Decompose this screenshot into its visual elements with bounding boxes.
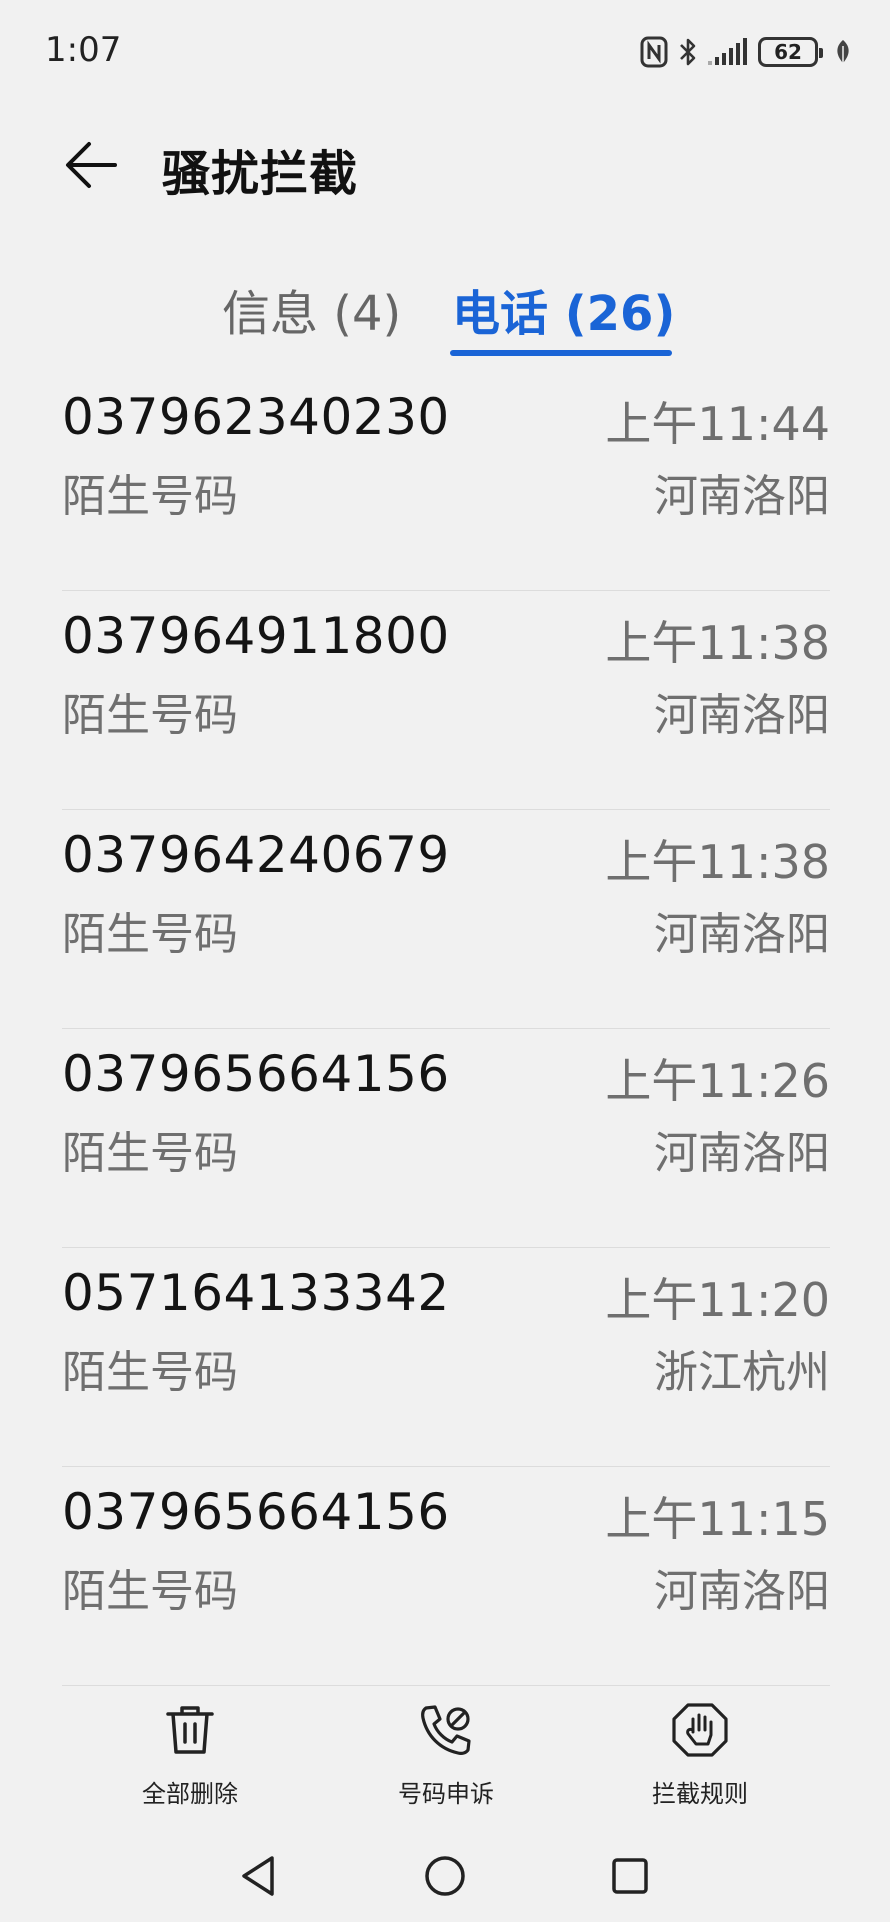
app-header: 骚扰拦截 (0, 120, 890, 210)
call-row[interactable]: 037964240679 陌生号码 上午11:38 河南洛阳 (62, 810, 830, 1029)
call-row[interactable]: 037964911800 陌生号码 上午11:38 河南洛阳 (62, 591, 830, 810)
call-location: 河南洛阳 (654, 690, 830, 741)
call-location: 河南洛阳 (654, 909, 830, 960)
status-time: 1:07 (45, 30, 122, 70)
call-row[interactable]: 057164133342 陌生号码 上午11:20 浙江杭州 (62, 1248, 830, 1467)
call-time: 上午11:38 (605, 835, 830, 889)
square-recents-icon (612, 1858, 648, 1894)
call-row[interactable]: 037962340230 陌生号码 上午11:44 河南洛阳 (62, 372, 830, 591)
nav-home-button[interactable] (415, 1846, 475, 1906)
number-appeal-button[interactable]: 号码申诉 (346, 1700, 546, 1830)
call-time: 上午11:38 (605, 616, 830, 670)
hand-stop-icon (670, 1700, 730, 1760)
delete-all-button[interactable]: 全部删除 (90, 1700, 290, 1830)
signal-icon (708, 37, 748, 67)
active-tab-indicator (450, 350, 672, 356)
triangle-back-icon (242, 1856, 274, 1896)
call-location: 河南洛阳 (654, 471, 830, 522)
back-button[interactable] (58, 134, 124, 196)
call-label: 陌生号码 (62, 471, 238, 522)
block-rules-label: 拦截规则 (652, 1780, 748, 1808)
trash-icon (160, 1700, 220, 1760)
call-location: 河南洛阳 (654, 1566, 830, 1617)
battery-level: 62 (774, 40, 802, 64)
bottom-toolbar: 全部删除 号码申诉 拦截规则 (0, 1700, 890, 1830)
call-number: 037962340230 (62, 388, 450, 446)
number-appeal-label: 号码申诉 (398, 1780, 494, 1808)
call-label: 陌生号码 (62, 1128, 238, 1179)
call-label: 陌生号码 (62, 1566, 238, 1617)
status-icons: 62 (640, 32, 852, 72)
page-title: 骚扰拦截 (162, 146, 359, 202)
bluetooth-icon (678, 36, 698, 68)
call-row[interactable]: 037965664156 陌生号码 上午11:26 河南洛阳 (62, 1029, 830, 1248)
blocked-call-list: 037962340230 陌生号码 上午11:44 河南洛阳 037964911… (62, 372, 830, 1686)
call-time: 上午11:20 (605, 1273, 830, 1327)
call-label: 陌生号码 (62, 1347, 238, 1398)
tab-messages[interactable]: 信息 (4) (222, 274, 401, 344)
call-time: 上午11:15 (605, 1492, 830, 1546)
call-label: 陌生号码 (62, 690, 238, 741)
call-number: 037965664156 (62, 1483, 450, 1541)
block-rules-button[interactable]: 拦截规则 (600, 1700, 800, 1830)
tab-calls[interactable]: 电话 (26) (452, 274, 675, 344)
call-row[interactable]: 037965664156 陌生号码 上午11:15 河南洛阳 (62, 1467, 830, 1686)
delete-all-label: 全部删除 (142, 1780, 238, 1808)
battery-icon: 62 (758, 37, 823, 67)
call-number: 037965664156 (62, 1045, 450, 1103)
nav-recents-button[interactable] (600, 1846, 660, 1906)
call-time: 上午11:26 (605, 1054, 830, 1108)
call-number: 037964911800 (62, 607, 450, 665)
call-number: 057164133342 (62, 1264, 450, 1322)
call-time: 上午11:44 (605, 397, 830, 451)
call-location: 河南洛阳 (654, 1128, 830, 1179)
status-bar: 1:07 62 (0, 0, 890, 104)
call-label: 陌生号码 (62, 909, 238, 960)
circle-home-icon (425, 1856, 465, 1896)
system-navigation-bar (0, 1840, 890, 1922)
harassment-block-screen: 1:07 62 骚扰拦截 信息 (4) 电话 (26) 037962340230… (0, 0, 890, 1922)
arrow-left-icon (66, 142, 117, 188)
nfc-icon (640, 36, 668, 68)
call-location: 浙江杭州 (654, 1347, 830, 1398)
call-number: 037964240679 (62, 826, 450, 884)
leaf-icon (834, 38, 852, 66)
nav-back-button[interactable] (228, 1846, 288, 1906)
phone-appeal-icon (416, 1700, 476, 1760)
tab-bar: 信息 (4) 电话 (26) (0, 270, 890, 360)
